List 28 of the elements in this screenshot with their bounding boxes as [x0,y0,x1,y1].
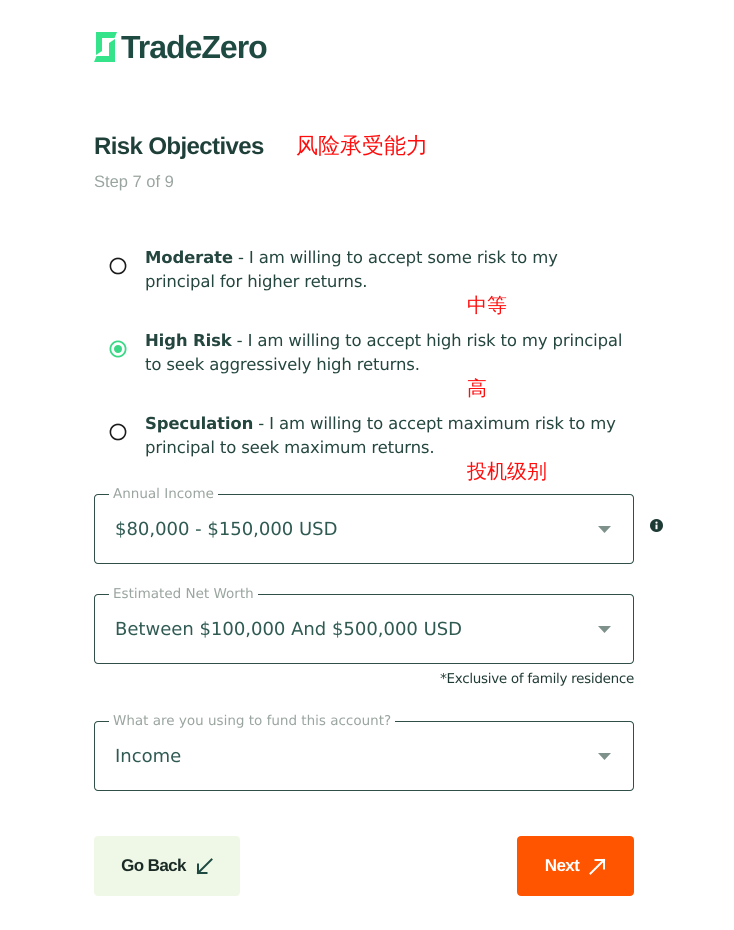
info-icon[interactable] [650,518,663,532]
logo-icon [94,32,117,62]
step-indicator: Step 7 of 9 [94,172,174,192]
arrow-up-right-icon [589,858,606,874]
caret-icon [598,626,611,632]
arrow-down-left-icon [196,858,213,874]
select-dropdown[interactable]: Estimated Net Worth Between $100,000 And $500,000 USD [94,586,634,664]
field-label: Estimated Net Worth [112,586,255,602]
annotation-text: 风险承受能力 [296,136,428,158]
option-text: Speculation - I am willing to accept maximum risk to my principal to seek maximum returns. [145,413,617,459]
option-text: Moderate - I am willing to accept some risk to my principal for higher returns. [145,247,559,293]
field-label: Annual Income [112,486,215,502]
footnote-text: *Exclusive of family residence [439,671,634,687]
select-dropdown[interactable]: What are you using to fund this account? Income [94,713,634,791]
page-title: Risk Objectives [94,132,264,162]
option-text: High Risk - I am willing to accept high risk to my principal to seek aggressively high returns. [145,330,624,376]
brand-name: TradeZero [121,31,267,63]
annotation-text: 中等 [467,295,507,315]
select-dropdown[interactable]: Annual Income $80,000 - $150,000 USD [94,486,634,564]
annotation-text: 投机级别 [467,461,547,481]
radio-button[interactable] [109,257,127,275]
caret-icon [598,526,611,532]
back-button[interactable]: Go Back [94,836,240,896]
field-label: What are you using to fund this account? [112,713,392,729]
radio-button[interactable] [109,423,127,441]
caret-icon [598,752,611,760]
annotation-text: 高 [467,378,487,398]
radio-button[interactable] [109,340,127,358]
